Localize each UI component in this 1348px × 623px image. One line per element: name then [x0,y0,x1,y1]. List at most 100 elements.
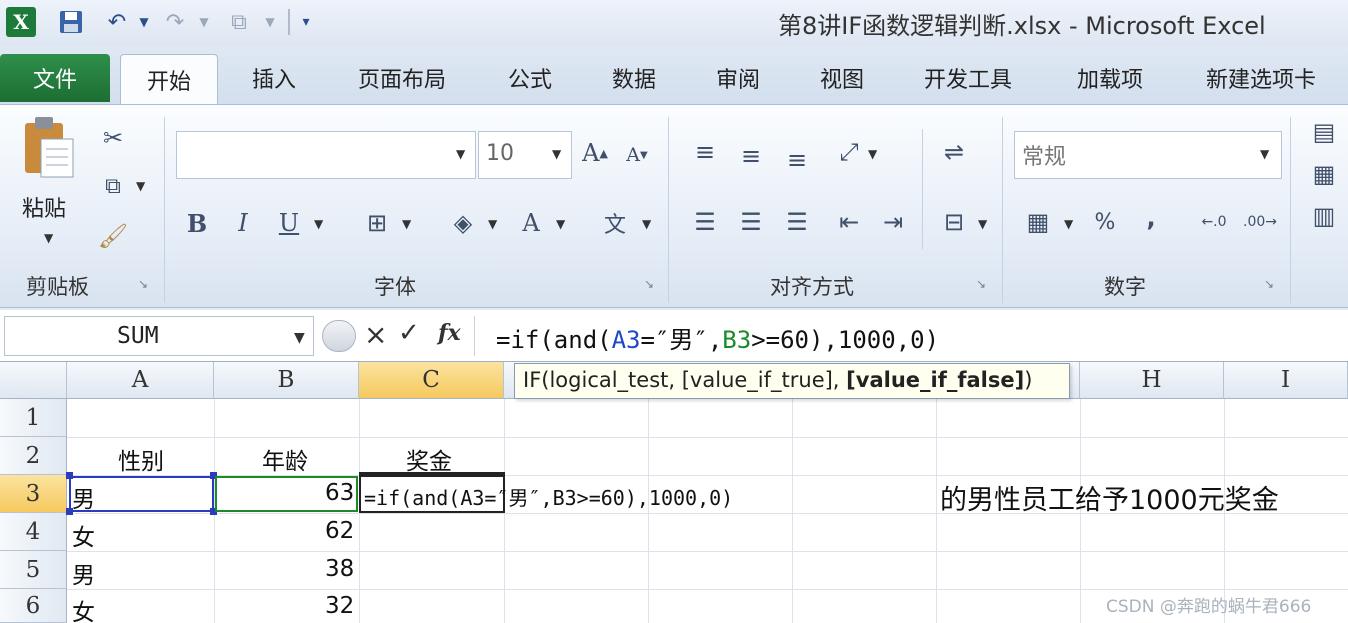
wrap-text-icon[interactable]: ⇌ [936,135,972,169]
orientation-icon[interactable]: ⤢ [832,135,866,169]
cell-c3[interactable]: =if(and(A3=″男″,B3>=60),1000,0) [364,482,733,511]
select-all-corner[interactable] [0,362,67,399]
table-format-icon[interactable]: ▦ [1304,157,1344,191]
underline-dropdown-icon[interactable]: ▼ [314,217,323,231]
number-format-dropdown-icon[interactable]: ▼ [1260,147,1269,161]
tab-new-tab[interactable]: 新建选项卡 [1188,54,1334,102]
orientation-dropdown-icon[interactable]: ▼ [868,147,877,161]
decrease-decimal-icon[interactable]: .00→ [1240,205,1280,239]
row-header-3[interactable]: 3 [0,475,67,513]
bold-button[interactable]: B [182,205,212,241]
phonetic-dropdown-icon[interactable]: ▼ [642,217,651,231]
redo-dropdown-icon[interactable]: ▼ [196,7,212,37]
font-name-box[interactable] [176,131,476,179]
cell-a2[interactable]: 性别 [118,442,164,476]
enter-icon[interactable]: ✓ [398,318,420,348]
row-header-1[interactable]: 1 [0,399,67,437]
borders-icon[interactable]: ⊞ [360,205,394,241]
font-launcher-icon[interactable]: ↘ [644,277,654,291]
row-header-2[interactable]: 2 [0,437,67,475]
save-icon[interactable] [56,7,86,37]
align-right-icon[interactable]: ☰ [780,205,814,239]
currency-icon[interactable]: ▦ [1020,205,1056,239]
column-header-a[interactable]: A [67,362,214,399]
formula-input[interactable]: =if(and(A3=″男″,B3>=60),1000,0) [496,320,939,355]
cancel-icon[interactable]: × [364,318,387,351]
paste-label[interactable]: 粘贴 [22,191,66,223]
cell-b5[interactable]: 38 [325,556,354,582]
tab-insert[interactable]: 插入 [232,54,316,102]
merge-center-icon[interactable]: ⊟ [936,205,972,239]
row-header-4[interactable]: 4 [0,513,67,551]
cell-b2[interactable]: 年龄 [262,442,308,476]
shrink-font-icon[interactable]: A ▼ [622,137,652,173]
excel-logo-icon[interactable]: X [6,7,36,37]
cell-styles-icon[interactable]: ▥ [1304,199,1344,233]
column-header-b[interactable]: B [214,362,359,399]
row-header-6[interactable]: 6 [0,589,67,623]
tooltip-signature[interactable]: IF(logical_test, [value_if_true], [523,368,846,392]
format-painter-icon[interactable]: 🖌 [96,219,130,253]
undo-icon[interactable]: ↶ [102,7,132,37]
tab-data[interactable]: 数据 [594,54,674,102]
paste-dropdown-icon[interactable]: ▼ [44,231,53,245]
range-handle[interactable] [66,472,73,479]
increase-decimal-icon[interactable]: ←.0 [1196,205,1232,239]
row-header-5[interactable]: 5 [0,551,67,589]
cell-b4[interactable]: 62 [325,518,354,544]
column-header-c[interactable]: C [359,362,504,399]
comma-button[interactable]: , [1136,201,1166,235]
align-left-icon[interactable]: ☰ [688,205,722,239]
undo-dropdown-icon[interactable]: ▼ [136,7,152,37]
decrease-indent-icon[interactable]: ⇤ [832,205,866,239]
font-size-dropdown-icon[interactable]: ▼ [552,147,561,161]
name-box[interactable]: SUM [4,316,314,356]
percent-button[interactable]: % [1090,205,1120,239]
clipboard-quick-icon[interactable]: ⧉ [222,7,256,37]
column-header-h[interactable]: H [1080,362,1224,399]
phonetic-icon[interactable]: 文 [594,203,636,243]
number-launcher-icon[interactable]: ↘ [1264,277,1274,291]
cell-a6[interactable]: 女 [72,593,95,623]
align-top-icon[interactable]: ≡ [688,135,722,169]
font-name-dropdown-icon[interactable]: ▼ [456,147,465,161]
copy-dropdown-icon[interactable]: ▼ [136,179,145,193]
fill-color-dropdown-icon[interactable]: ▼ [488,217,497,231]
customize-toolbar-icon[interactable]: ▾ [296,7,316,37]
name-box-dropdown-icon[interactable]: ▼ [294,330,305,346]
align-middle-icon[interactable]: ≡ [734,139,768,173]
conditional-format-icon[interactable]: ▤ [1304,115,1344,149]
tab-home[interactable]: 开始 [120,54,218,104]
column-header-i[interactable]: I [1224,362,1348,399]
redo-icon[interactable]: ↷ [160,7,190,37]
tab-review[interactable]: 审阅 [698,54,778,102]
currency-dropdown-icon[interactable]: ▼ [1064,217,1073,231]
fill-color-icon[interactable]: ◈ [446,205,480,241]
font-color-icon[interactable]: A [514,205,548,241]
increase-indent-icon[interactable]: ⇥ [876,205,910,239]
expand-grip-icon[interactable] [322,320,356,352]
paste-icon[interactable] [18,113,80,183]
insert-function-icon[interactable]: fx [438,320,461,346]
cell-a5[interactable]: 男 [72,556,95,590]
italic-button[interactable]: I [228,205,258,241]
underline-button[interactable]: U [274,205,304,241]
merge-dropdown-icon[interactable]: ▼ [978,217,987,231]
tab-view[interactable]: 视图 [802,54,882,102]
cell-a4[interactable]: 女 [72,518,95,552]
quick-dropdown-icon[interactable]: ▼ [262,7,278,37]
tab-developer[interactable]: 开发工具 [906,54,1030,102]
tab-addins[interactable]: 加载项 [1058,54,1162,102]
tab-formulas[interactable]: 公式 [490,54,570,102]
copy-icon[interactable]: ⧉ [96,169,130,203]
borders-dropdown-icon[interactable]: ▼ [402,217,411,231]
cell-a3[interactable]: 男 [72,480,95,514]
cell-b6[interactable]: 32 [325,593,354,619]
grow-font-icon[interactable]: A ▲ [580,135,610,171]
align-center-icon[interactable]: ☰ [734,205,768,239]
cell-b3[interactable]: 63 [325,480,354,506]
cut-icon[interactable]: ✂ [96,121,130,155]
align-bottom-icon[interactable]: ≡ [780,143,814,177]
tooltip-current-arg[interactable]: [value_if_false] [846,368,1024,392]
tab-page-layout[interactable]: 页面布局 [340,54,464,102]
